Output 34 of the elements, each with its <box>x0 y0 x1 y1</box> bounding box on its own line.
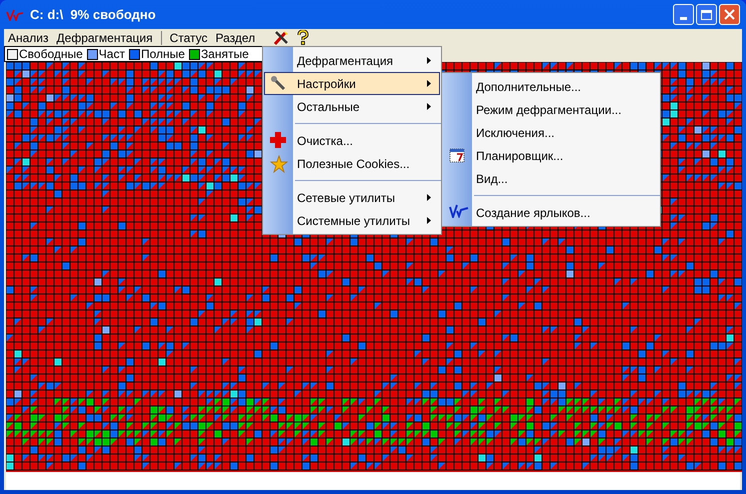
menu-item[interactable]: Полезные Cookies... <box>264 152 440 175</box>
menu-item[interactable]: Создание ярлыков... <box>443 201 659 224</box>
menu-item[interactable]: Статус <box>170 28 208 46</box>
legend-label: Част <box>98 46 125 63</box>
menu-item[interactable]: Дефрагментация <box>56 28 153 46</box>
window-title: C: d:\ 9% свободно <box>30 6 156 24</box>
minimize-button[interactable] <box>673 4 694 25</box>
legend-label: Полные <box>140 46 185 63</box>
legend-label: Свободные <box>19 46 83 63</box>
close-icon <box>724 9 735 20</box>
menu-item[interactable]: Раздел <box>216 28 256 46</box>
maximize-button[interactable] <box>696 4 717 25</box>
menu-item[interactable]: Режим дефрагментации... <box>443 98 659 121</box>
menu-item[interactable]: Очистка... <box>264 129 440 152</box>
tools-icon[interactable] <box>273 30 290 45</box>
calendar-icon <box>449 147 465 163</box>
menu-item[interactable]: Настройки <box>264 72 440 95</box>
menu-item[interactable]: Сетевые утилиты <box>264 186 440 209</box>
menu-item[interactable]: Системные утилиты <box>264 209 440 232</box>
wrench-icon <box>270 75 288 93</box>
logo-icon <box>449 204 469 218</box>
menu-item[interactable]: Дополнительные... <box>443 75 659 98</box>
menu-item[interactable]: Остальные <box>264 95 440 118</box>
app-logo-icon <box>6 8 24 20</box>
help-icon[interactable] <box>297 30 310 45</box>
cross-icon <box>270 132 286 148</box>
star-icon <box>270 155 288 173</box>
menu-item[interactable]: Планировщик... <box>443 144 659 167</box>
menu-item[interactable]: Анализ <box>8 28 49 46</box>
close-button[interactable] <box>719 4 740 25</box>
menu-item[interactable]: Исключения... <box>443 121 659 144</box>
menu-item[interactable]: Дефрагментация <box>264 49 440 72</box>
menu-item[interactable]: Вид... <box>443 167 659 190</box>
legend-label: Занятые <box>200 46 249 63</box>
